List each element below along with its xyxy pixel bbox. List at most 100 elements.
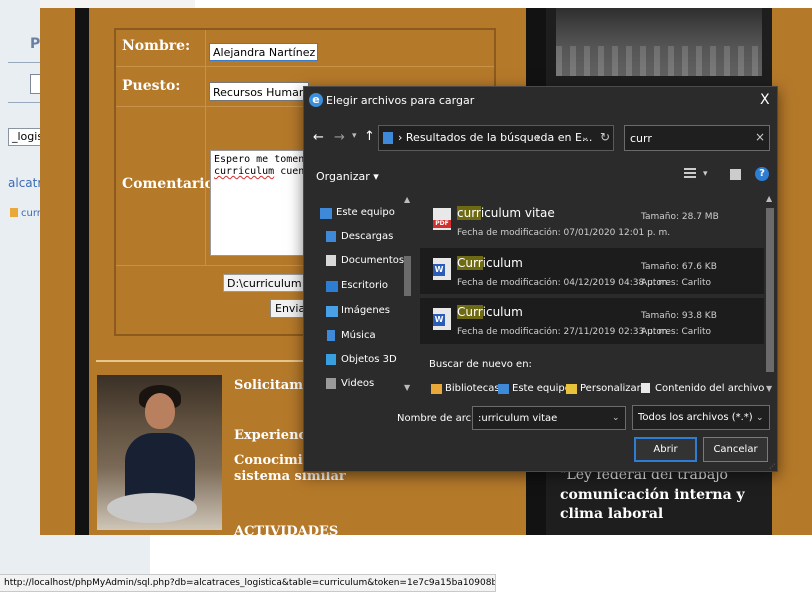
computer-icon [498, 384, 509, 394]
filetype-dropdown-icon[interactable]: ⌄ [756, 413, 764, 423]
location-label: Personalizar... [580, 383, 650, 394]
nav-scrollbar[interactable] [404, 256, 411, 296]
search-location-bibliotecas[interactable]: Bibliotecas [431, 383, 500, 394]
word-doc-icon [433, 258, 451, 280]
search-highlight: Curr [457, 256, 483, 270]
phpmyadmin-sidebar-bottom [0, 535, 150, 575]
up-arrow-icon[interactable]: ↑ [364, 129, 375, 144]
page-left-border [75, 8, 89, 535]
forward-arrow-icon[interactable]: → [334, 130, 345, 145]
image-icon [326, 306, 338, 317]
close-button[interactable]: X [760, 92, 770, 108]
search-highlight: Curr [457, 305, 483, 319]
search-input[interactable]: curr [624, 125, 770, 151]
file-size: Tamaño: 67.6 KB [641, 262, 717, 272]
help-icon[interactable]: ? [755, 167, 769, 181]
file-name: Curriculum [457, 305, 523, 319]
location-label: Contenido del archivo [655, 383, 765, 394]
photo-pan [107, 493, 197, 523]
comentarios-textarea[interactable]: Espero me tomen curriculum cuent [210, 150, 310, 256]
address-dropdown-icon[interactable]: ⌄ [581, 132, 589, 143]
location-label: Este equipo [512, 383, 571, 394]
file-icon [641, 383, 650, 393]
list-scroll-down-icon[interactable]: ▼ [766, 384, 772, 393]
sidebar-table-link[interactable]: curr [10, 208, 41, 219]
view-options-icon[interactable] [684, 168, 696, 180]
breadcrumb-separator: › [398, 131, 406, 144]
table-icon [10, 208, 18, 217]
form-column-divider [205, 30, 206, 266]
nav-scroll-up-icon[interactable]: ▲ [404, 195, 410, 204]
filename-input[interactable]: :urriculum vitae [472, 406, 626, 430]
filetype-select[interactable]: Todos los archivos (*.*) [632, 405, 770, 430]
refresh-icon[interactable]: ↻ [600, 130, 610, 144]
resize-grip-icon[interactable]: ⋰ [769, 463, 775, 470]
pdf-icon [433, 208, 451, 230]
list-scrollbar[interactable] [766, 208, 774, 372]
search-location-personalizar[interactable]: Personalizar... [566, 383, 649, 394]
nav-item-label: Escritorio [341, 280, 388, 291]
nav-item-musica[interactable]: Música [326, 330, 376, 341]
file-name-rest: iculum vitae [480, 206, 555, 220]
video-icon [326, 378, 336, 389]
music-icon [327, 330, 335, 341]
puesto-select[interactable]: Recursos Humanos [209, 82, 309, 101]
nav-item-videos[interactable]: Videos [326, 378, 374, 389]
preview-pane-icon[interactable] [730, 169, 741, 180]
file-name: curriculum vitae [457, 206, 555, 220]
address-path: › Resultados de la búsqueda en E... [398, 131, 592, 144]
nav-item-documentos[interactable]: Documentos [326, 255, 404, 266]
file-input[interactable]: D:\curriculum vitae [223, 274, 311, 292]
nav-item-descargas[interactable]: Descargas [326, 231, 393, 242]
cube-icon [326, 354, 336, 365]
puesto-label: Puesto: [122, 78, 181, 94]
organize-menu-button[interactable]: Organizar ▾ [316, 170, 379, 183]
file-date: Fecha de modificación: 04/12/2019 04:38 … [457, 278, 671, 288]
clear-search-icon[interactable]: × [755, 130, 765, 144]
computer-icon [320, 208, 332, 219]
view-chevron-down-icon[interactable]: ▾ [703, 169, 708, 179]
search-highlight: curr [457, 206, 481, 220]
nav-item-label: Descargas [341, 231, 394, 242]
file-date: Fecha de modificación: 07/01/2020 12:01 … [457, 228, 671, 238]
nav-item-label: Música [341, 330, 376, 341]
search-location-este-equipo[interactable]: Este equipo [498, 383, 571, 394]
cancel-button[interactable]: Cancelar [703, 437, 768, 462]
back-arrow-icon[interactable]: ← [313, 130, 324, 145]
recent-locations-chevron-icon[interactable]: ▾ [352, 131, 357, 141]
open-button[interactable]: Abrir [634, 437, 697, 462]
file-name-rest: iculum [482, 305, 523, 319]
nav-item-imagenes[interactable]: Imágenes [326, 305, 390, 317]
nav-item-este-equipo[interactable]: Este equipo [320, 207, 395, 219]
textarea-line: Espero me tomen [214, 154, 305, 165]
download-icon [326, 231, 336, 242]
page-right-margin [772, 8, 812, 535]
dialog-title: Elegir archivos para cargar [326, 94, 475, 107]
file-author: Autores: Carlito [641, 327, 712, 337]
file-size: Tamaño: 28.7 MB [641, 212, 719, 222]
list-scroll-up-icon[interactable]: ▲ [766, 194, 772, 203]
nav-item-label: Este equipo [336, 207, 395, 218]
file-date: Fecha de modificación: 27/11/2019 02:33 … [457, 327, 671, 337]
nav-item-escritorio[interactable]: Escritorio [326, 280, 388, 292]
photo-face [145, 393, 175, 429]
sidebar-table-label: curr [21, 208, 41, 219]
search-location-contenido[interactable]: Contenido del archivo [641, 383, 764, 394]
nombre-label: Nombre: [122, 38, 191, 54]
nav-scroll-down-icon[interactable]: ▼ [404, 383, 410, 392]
nombre-input[interactable]: Alejandra Nartínez [209, 43, 318, 61]
library-icon [431, 384, 442, 394]
nav-item-objetos-3d[interactable]: Objetos 3D [326, 354, 397, 365]
folder-icon [566, 384, 577, 394]
word-doc-icon [433, 308, 451, 330]
search-folder-icon [383, 132, 393, 144]
file-name-rest: iculum [482, 256, 523, 270]
location-label: Bibliotecas [445, 383, 500, 394]
file-size: Tamaño: 93.8 KB [641, 311, 717, 321]
nav-item-label: Objetos 3D [341, 354, 397, 365]
navigation-pane [306, 192, 416, 398]
breadcrumb-chevron-icon[interactable]: › [536, 131, 540, 144]
breadcrumb-item[interactable]: Resultados de la búsqueda en E... [406, 131, 593, 144]
nav-item-label: Videos [341, 378, 375, 389]
filename-dropdown-icon[interactable]: ⌄ [612, 413, 620, 423]
